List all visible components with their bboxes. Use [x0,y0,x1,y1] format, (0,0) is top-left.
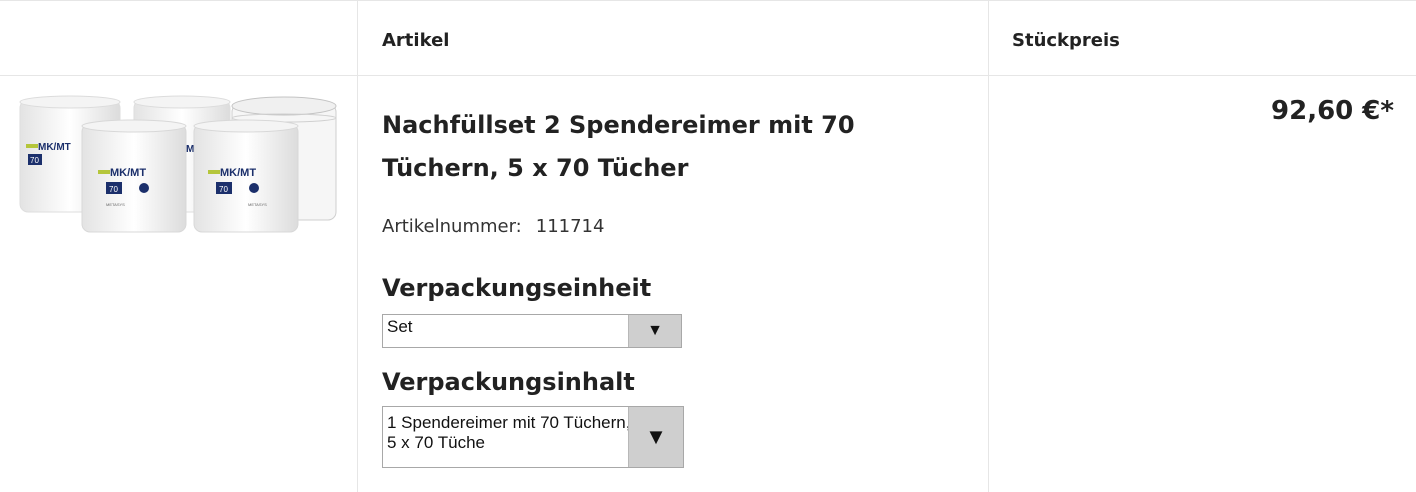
packaging-content-label: Verpackungsinhalt [382,368,635,396]
column-header-article: Artikel [382,30,450,51]
unit-price: 92,60 €* [1271,96,1394,126]
article-number-label: Artikelnummer: [382,216,522,237]
svg-text:METASYS: METASYS [106,202,125,207]
article-number-value: 111714 [535,216,605,237]
column-divider-1 [357,0,358,492]
chevron-down-icon[interactable]: ▼ [628,407,683,467]
cart-table: Artikel Stückpreis MK/MT 70 K/MT MK/MT 7… [0,0,1416,492]
column-header-unit-price: Stückpreis [1012,30,1120,51]
packaging-unit-select[interactable]: Set ▼ [382,314,682,348]
svg-text:METASYS: METASYS [248,202,267,207]
svg-text:MK/MT: MK/MT [38,142,71,153]
header-divider [0,75,1416,76]
svg-text:70: 70 [109,185,118,194]
svg-text:MK/MT: MK/MT [110,167,146,179]
column-divider-2 [988,0,989,492]
product-image[interactable]: MK/MT 70 K/MT MK/MT 70 METASYS MK/MT 70 … [18,94,340,234]
svg-text:MK/MT: MK/MT [220,167,256,179]
packaging-unit-label: Verpackungseinheit [382,274,652,302]
chevron-down-icon[interactable]: ▼ [628,315,681,347]
svg-text:70: 70 [219,185,228,194]
svg-text:70: 70 [30,156,39,165]
product-title-link[interactable]: Nachfüllset 2 Spendereimer mit 70 Tücher… [382,104,962,190]
table-top-border [0,0,1416,1]
packaging-content-select[interactable]: 1 Spendereimer mit 70 Tüchern, 5 x 70 Tü… [382,406,684,468]
packaging-content-selected: 1 Spendereimer mit 70 Tüchern, 5 x 70 Tü… [387,413,631,452]
packaging-unit-selected: Set [387,317,413,336]
article-number: Artikelnummer: 111714 [382,216,604,237]
